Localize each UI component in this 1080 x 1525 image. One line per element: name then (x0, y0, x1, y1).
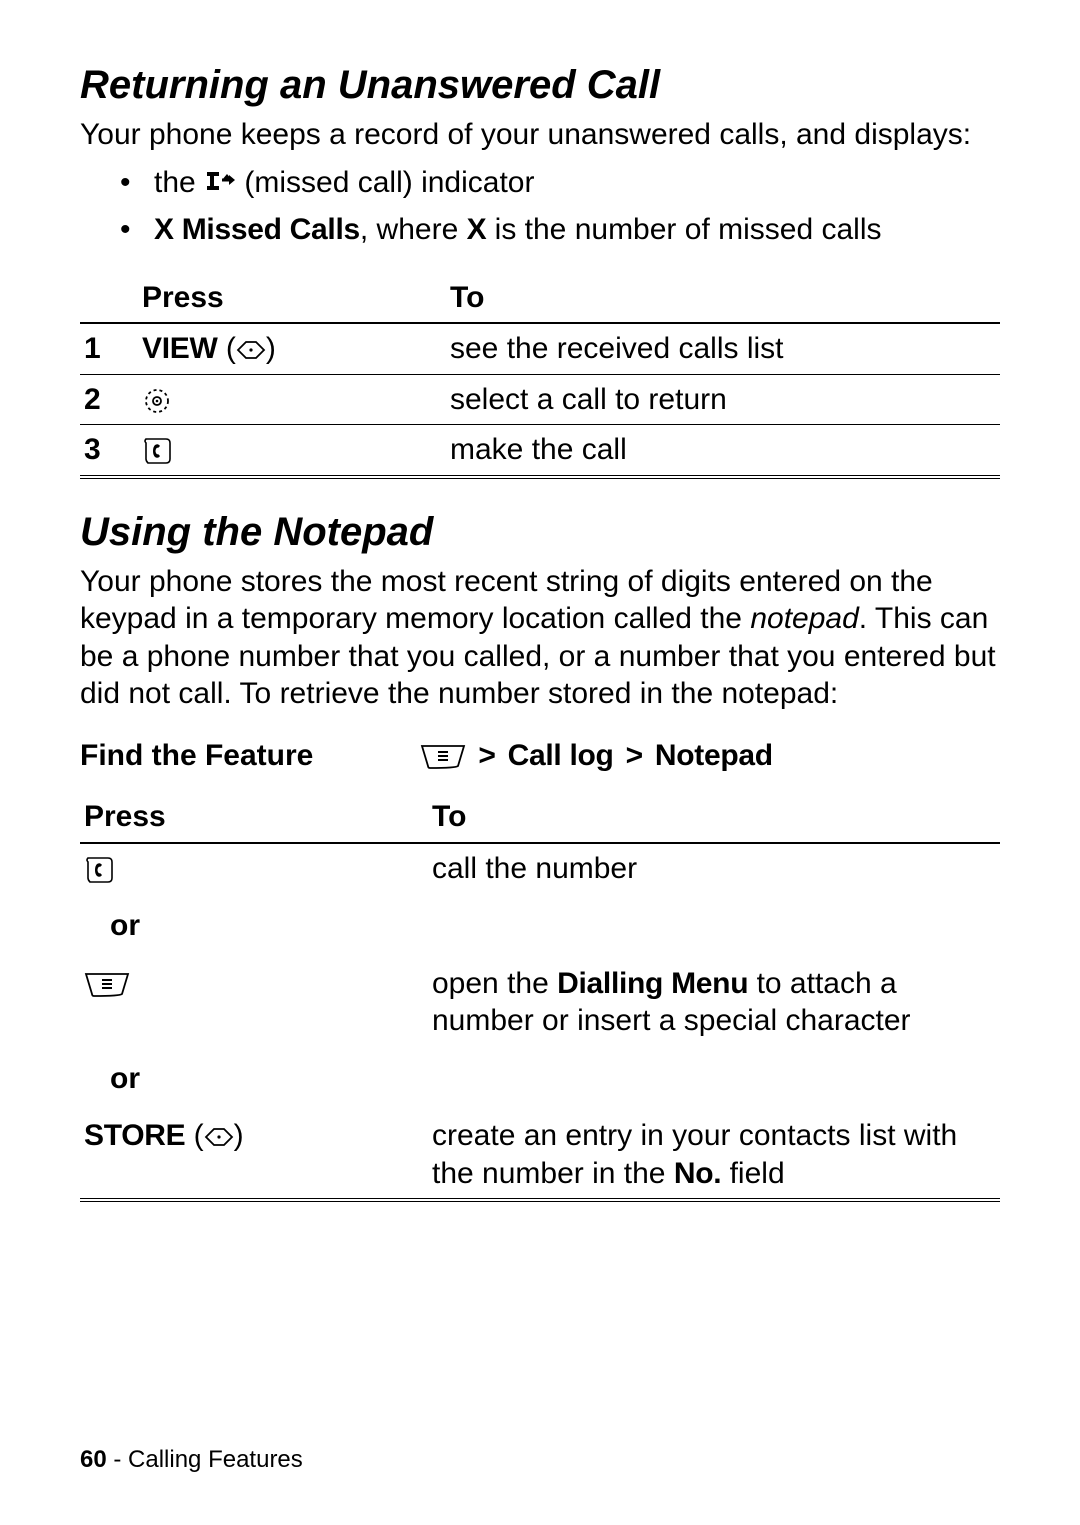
bullet-missed-call-indicator: the (missed call) indicator (120, 164, 1000, 202)
table-row: 1 VIEW ( ) see the received calls list (80, 323, 1000, 374)
t1-step-3: 3 (80, 425, 138, 477)
t2-to-2: open the Dialling Menu to attach a numbe… (428, 959, 1000, 1046)
ftf-part1: Call log (508, 739, 614, 772)
t1-press-1: VIEW ( ) (138, 323, 446, 374)
press-to-table-2: Press To call the number or (80, 792, 1000, 1202)
bullet2-suffix: is the number of missed calls (486, 213, 881, 246)
paren-open-2: ( (194, 1119, 204, 1152)
paren-close-2: ) (234, 1119, 244, 1152)
heading-using-notepad: Using the Notepad (80, 507, 1000, 557)
send-key-icon (142, 437, 172, 465)
t1-press-3 (138, 425, 446, 477)
body-em: notepad (750, 602, 858, 635)
find-the-feature-label: Find the Feature (80, 737, 420, 775)
table-row: STORE ( ) create an entry in your contac… (80, 1111, 1000, 1200)
store-label: STORE (84, 1119, 185, 1152)
t2-to-2-bold: Dialling Menu (557, 967, 748, 1000)
page-footer: 60 - Calling Features (80, 1445, 303, 1475)
heading-returning-call: Returning an Unanswered Call (80, 60, 1000, 110)
t1-to-3: make the call (446, 425, 1000, 477)
t2-press-1 (80, 843, 428, 894)
table-row: call the number (80, 843, 1000, 894)
t1-to-1: see the received calls list (446, 323, 1000, 374)
t1-head-step (80, 273, 138, 324)
page-number: 60 (80, 1446, 107, 1473)
intro-text: Your phone keeps a record of your unansw… (80, 116, 1000, 154)
manual-page: Returning an Unanswered Call Your phone … (0, 0, 1080, 1525)
t1-head-press: Press (138, 273, 446, 324)
t2-to-3-bold: No. (674, 1157, 721, 1190)
center-select-icon (142, 386, 172, 416)
table-row: 3 make the call (80, 425, 1000, 477)
ftf-sep2: > (618, 739, 651, 772)
t1-step-2: 2 (80, 374, 138, 425)
t2-press-3: STORE ( ) (80, 1111, 428, 1200)
or-label-2: or (80, 1046, 1000, 1112)
paren-open: ( (226, 332, 236, 365)
t1-press-2 (138, 374, 446, 425)
t2-to-3: create an entry in your contacts list wi… (428, 1111, 1000, 1200)
t1-step-1: 1 (80, 323, 138, 374)
send-key-icon (84, 856, 114, 884)
or-row: or (80, 893, 1000, 959)
notepad-body: Your phone stores the most recent string… (80, 563, 1000, 713)
footer-sep: - (107, 1446, 128, 1473)
t2-head-to: To (428, 792, 1000, 843)
t1-head-to: To (446, 273, 1000, 324)
bullet-x-missed-calls: X Missed Calls, where X is the number of… (120, 211, 1000, 249)
table-row: open the Dialling Menu to attach a numbe… (80, 959, 1000, 1046)
t2-to-2-pre: open the (432, 967, 557, 1000)
view-label: VIEW (142, 332, 217, 365)
missed-call-icon (204, 170, 236, 198)
chapter-name: Calling Features (128, 1446, 303, 1473)
or-row: or (80, 1046, 1000, 1112)
bullet-list: the (missed call) indicator X Missed Cal… (120, 164, 1000, 249)
bullet2-mid: , where (360, 213, 467, 246)
ftf-sep1: > (478, 739, 503, 772)
ftf-part2: Notepad (655, 739, 773, 772)
bullet1-prefix: the (154, 166, 204, 199)
menu-key-icon (420, 744, 466, 770)
paren-close: ) (266, 332, 276, 365)
t2-press-2 (80, 959, 428, 1046)
t2-to-3-post: field (721, 1157, 784, 1190)
or-label-1: or (80, 893, 1000, 959)
bullet1-suffix: (missed call) indicator (244, 166, 534, 199)
menu-key-icon (84, 972, 130, 998)
t2-to-1: call the number (428, 843, 1000, 894)
find-the-feature-path: > Call log > Notepad (420, 737, 1000, 775)
nav-key-icon (204, 1127, 234, 1147)
bullet2-prefix: X Missed Calls (154, 213, 360, 246)
table-row: 2 select a call to return (80, 374, 1000, 425)
t2-head-press: Press (80, 792, 428, 843)
nav-key-icon (236, 340, 266, 360)
find-the-feature-row: Find the Feature > Call log > Notepad (80, 737, 1000, 775)
press-to-table-1: Press To 1 VIEW ( ) see the received cal… (80, 273, 1000, 479)
bullet2-x: X (467, 213, 487, 246)
t1-to-2: select a call to return (446, 374, 1000, 425)
